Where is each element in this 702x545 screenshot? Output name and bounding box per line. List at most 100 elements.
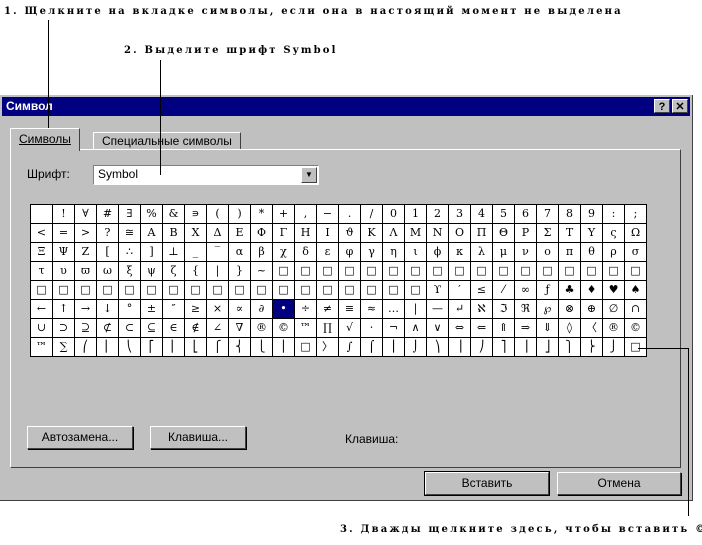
symbol-cell[interactable]: ⌡ [405,338,427,357]
symbol-cell[interactable]: ⎪ [273,338,295,357]
symbol-cell[interactable]: } [229,262,251,281]
symbol-cell[interactable]: α [229,243,251,262]
symbol-cell[interactable]: ∂ [251,300,273,319]
symbol-cell[interactable]: γ [361,243,383,262]
symbol-cell[interactable]: ⎡ [141,338,163,357]
symbol-cell[interactable]: _ [185,243,207,262]
symbol-cell[interactable]: ϑ [339,224,361,243]
symbol-cell[interactable]: ≅ [119,224,141,243]
symbol-cell[interactable]: Α [141,224,163,243]
symbol-cell[interactable]: × [207,300,229,319]
tab-special-characters[interactable]: Специальные символы [93,132,241,150]
symbol-cell[interactable]: & [163,205,185,224]
symbol-cell[interactable]: ÷ [295,300,317,319]
symbol-cell[interactable]: → [75,300,97,319]
symbol-cell[interactable]: ∫ [339,338,361,357]
symbol-cell[interactable]: Ω [625,224,647,243]
symbol-cell[interactable]: Β [163,224,185,243]
symbol-cell[interactable]: ~ [251,262,273,281]
symbol-cell[interactable]: > [75,224,97,243]
symbol-cell[interactable]: ™ [31,338,53,357]
symbol-cell[interactable]: Γ [273,224,295,243]
symbol-cell[interactable]: ψ [141,262,163,281]
symbol-cell[interactable]: ∅ [603,300,625,319]
symbol-cell[interactable]: ∞ [515,281,537,300]
symbol-cell[interactable]: ↑ [53,300,75,319]
symbol-cell[interactable]: ς [603,224,625,243]
symbol-cell[interactable]: Ψ [53,243,75,262]
symbol-cell[interactable]: Υ [581,224,603,243]
chevron-down-icon[interactable]: ▼ [301,167,317,183]
symbol-cell[interactable]: … [383,300,405,319]
symbol-cell[interactable]: □ [97,281,119,300]
symbol-cell[interactable]: □ [207,281,229,300]
symbol-cell[interactable]: □ [383,281,405,300]
symbol-cell[interactable]: [ [97,243,119,262]
symbol-cell[interactable]: © [273,319,295,338]
symbol-cell[interactable]: ⎤ [493,338,515,357]
symbol-cell[interactable]: □ [383,262,405,281]
symbol-cell[interactable]: ⌠ [361,338,383,357]
symbol-cell[interactable]: κ [449,243,471,262]
symbol-cell[interactable]: ® [251,319,273,338]
symbol-cell[interactable]: ↵ [449,300,471,319]
symbol-cell[interactable]: Τ [559,224,581,243]
symbol-cell[interactable]: ≤ [471,281,493,300]
symbol-cell[interactable]: / [361,205,383,224]
symbol-cell[interactable]: ∀ [75,205,97,224]
symbol-cell[interactable]: 8 [559,205,581,224]
symbol-cell[interactable]: Σ [537,224,559,243]
symbol-cell[interactable]: | [207,262,229,281]
symbol-cell[interactable]: ® [603,319,625,338]
symbol-cell[interactable]: υ [53,262,75,281]
symbol-cell[interactable]: ξ [119,262,141,281]
symbol-cell[interactable]: □ [273,281,295,300]
symbol-cell[interactable]: ℵ [471,300,493,319]
symbol-cell[interactable]: ε [317,243,339,262]
symbol-cell[interactable]: Ν [427,224,449,243]
symbol-cell[interactable]: , [295,205,317,224]
symbol-cell[interactable]: ( [207,205,229,224]
symbol-cell[interactable]: Φ [251,224,273,243]
symbol-cell[interactable]: ♠ [625,281,647,300]
symbol-cell[interactable]: □ [471,262,493,281]
symbol-cell[interactable]: ″ [163,300,185,319]
symbol-cell[interactable]: ⇐ [471,319,493,338]
symbol-cell[interactable]: □ [603,262,625,281]
symbol-cell[interactable]: ♣ [559,281,581,300]
symbol-cell[interactable]: 3 [449,205,471,224]
symbol-cell[interactable]: ∪ [31,319,53,338]
symbol-cell[interactable]: □ [515,262,537,281]
symbol-cell[interactable]: ∑ [53,338,75,357]
symbol-cell[interactable]: σ [625,243,647,262]
symbol-cell[interactable]: Χ [185,224,207,243]
symbol-cell[interactable]: □ [31,281,53,300]
symbol-cell[interactable]: 7 [537,205,559,224]
symbol-cell[interactable]: ⇑ [493,319,515,338]
symbol-cell[interactable]: □ [559,262,581,281]
symbol-cell[interactable]: □ [339,281,361,300]
symbol-cell[interactable]: { [185,262,207,281]
symbol-cell[interactable]: □ [75,281,97,300]
symbol-cell[interactable]: ⇔ [449,319,471,338]
symbol-cell[interactable]: Δ [207,224,229,243]
symbol-cell[interactable]: ⎣ [185,338,207,357]
symbol-cell[interactable]: ♥ [603,281,625,300]
symbol-cell[interactable]: 5 [493,205,515,224]
symbol-cell[interactable]: ℘ [537,300,559,319]
symbol-cell[interactable]: □ [317,281,339,300]
symbol-cell[interactable]: . [339,205,361,224]
symbol-cell[interactable]: + [273,205,295,224]
symbol-cell[interactable]: 〈 [581,319,603,338]
symbol-cell[interactable]: ′ [449,281,471,300]
symbol-cell[interactable]: 4 [471,205,493,224]
symbol-cell[interactable]: □ [185,281,207,300]
symbol-cell[interactable]: ϒ [427,281,449,300]
symbol-cell[interactable]: □ [405,262,427,281]
symbol-cell[interactable]: ⊇ [75,319,97,338]
symbol-cell[interactable]: ⎥ [515,338,537,357]
symbol-cell[interactable]: Ι [317,224,339,243]
symbol-cell[interactable]: Ο [449,224,471,243]
symbol-cell[interactable]: ≈ [361,300,383,319]
symbol-cell[interactable]: □ [625,262,647,281]
